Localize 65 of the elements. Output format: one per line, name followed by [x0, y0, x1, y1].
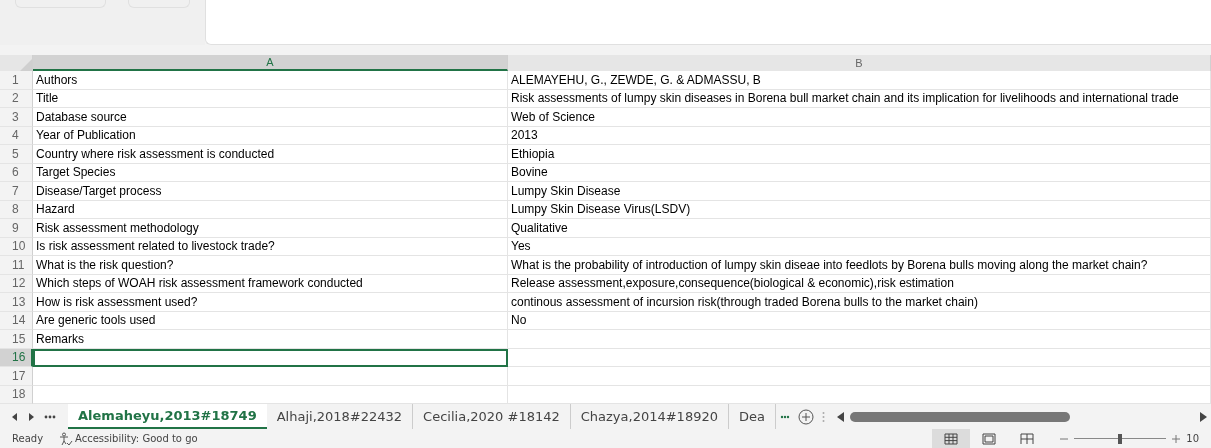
sheet-tab[interactable]: Dea [728, 404, 776, 429]
page-icon [982, 432, 997, 445]
row-header[interactable]: 11 [0, 256, 33, 275]
table-cell: Remarks [33, 330, 508, 349]
status-text: Ready [12, 432, 44, 446]
normal-view-button[interactable] [932, 429, 971, 448]
row-header[interactable]: 1 [0, 71, 33, 90]
table-cell: ALEMAYEHU, G., ZEWDE, G. & ADMASSU, B [508, 71, 1211, 90]
table-cell: Database source [33, 108, 508, 127]
scroll-right-icon[interactable] [1200, 411, 1207, 422]
add-sheet-icon[interactable] [797, 408, 814, 425]
sheet-tab[interactable]: Alhaji,2018#22432 [266, 404, 414, 429]
column-header[interactable]: A [33, 55, 508, 71]
row-header[interactable]: 9 [0, 219, 33, 238]
scroll-left-icon[interactable] [836, 411, 844, 422]
table-cell: 2013 [508, 126, 1211, 145]
scroll-right-icon[interactable] [28, 412, 34, 421]
table-cell: Release assessment,exposure,consequence(biological & economic),risk estimation [508, 274, 1211, 293]
sheet-tab[interactable]: Chazya,2014#18920 [570, 404, 729, 429]
table-cell: Ethiopia [508, 145, 1211, 164]
table-cell: No [508, 311, 1211, 330]
table-cell: Year of Publication [33, 126, 508, 145]
table-cell: Hazard [33, 200, 508, 219]
more-icon[interactable] [779, 414, 790, 419]
table-cell: Lumpy Skin Disease [508, 182, 1211, 201]
table-cell: Yes [508, 237, 1211, 256]
table-cell: Is risk assessment related to livestock trade? [33, 237, 508, 256]
sheet-tab[interactable]: Alemaheyu,2013#18749 [68, 404, 267, 429]
more-icon[interactable] [44, 414, 56, 419]
zoom-percentage[interactable]: 10 [1186, 431, 1199, 446]
slider-thumb[interactable] [1118, 433, 1123, 444]
table-cell: Which steps of WOAH risk assessment framework conducted [33, 274, 508, 293]
page-break-icon [1020, 432, 1035, 445]
table-cell: How is risk assessment used? [33, 293, 508, 312]
table-cell: Qualitative [508, 219, 1211, 238]
zoom-in-icon[interactable] [1172, 434, 1181, 443]
column-header[interactable]: B [508, 55, 1211, 71]
scroll-left-icon[interactable] [12, 412, 18, 421]
sheet-tab[interactable]: Cecilia,2020 #18142 [413, 404, 571, 429]
scrollbar-thumb[interactable] [849, 411, 1071, 422]
accessibility-icon[interactable] [59, 431, 74, 446]
row-header[interactable]: 7 [0, 182, 33, 201]
table-cell: Are generic tools used [33, 311, 508, 330]
table-cell: What is the risk question? [33, 256, 508, 275]
accessibility-status[interactable]: Accessibility: Good to go [75, 431, 198, 446]
row-header[interactable]: 17 [0, 367, 33, 386]
row-header[interactable]: 3 [0, 108, 33, 127]
table-cell: Lumpy Skin Disease Virus(LSDV) [508, 200, 1211, 219]
table-cell: Web of Science [508, 108, 1211, 127]
table-cell: Risk assessment methodology [33, 219, 508, 238]
row-header[interactable]: 13 [0, 293, 33, 312]
table-cell: Authors [33, 71, 508, 90]
table-cell: Target Species [33, 163, 508, 182]
table-cell: Disease/Target process [33, 182, 508, 201]
zoom-slider[interactable] [1074, 433, 1167, 444]
table-cell: Country where risk assessment is conducted [33, 145, 508, 164]
table-cell: Risk assessments of lumpy skin diseases in Borena bull market chain and its implication for livelihoods and international trade [508, 89, 1211, 108]
table-cell: Title [33, 89, 508, 108]
selected-cell[interactable] [33, 348, 508, 367]
row-header[interactable]: 15 [0, 330, 33, 349]
grid-icon [944, 432, 959, 445]
table-cell: Bovine [508, 163, 1211, 182]
table-cell: What is the probability of introduction of lumpy skin diseae into feedlots by Borena bulls moving along the market chain? [508, 256, 1211, 275]
row-header[interactable]: 5 [0, 145, 33, 164]
table-cell: continous assessment of incursion risk(through traded Borena bulls to the market chain) [508, 293, 1211, 312]
